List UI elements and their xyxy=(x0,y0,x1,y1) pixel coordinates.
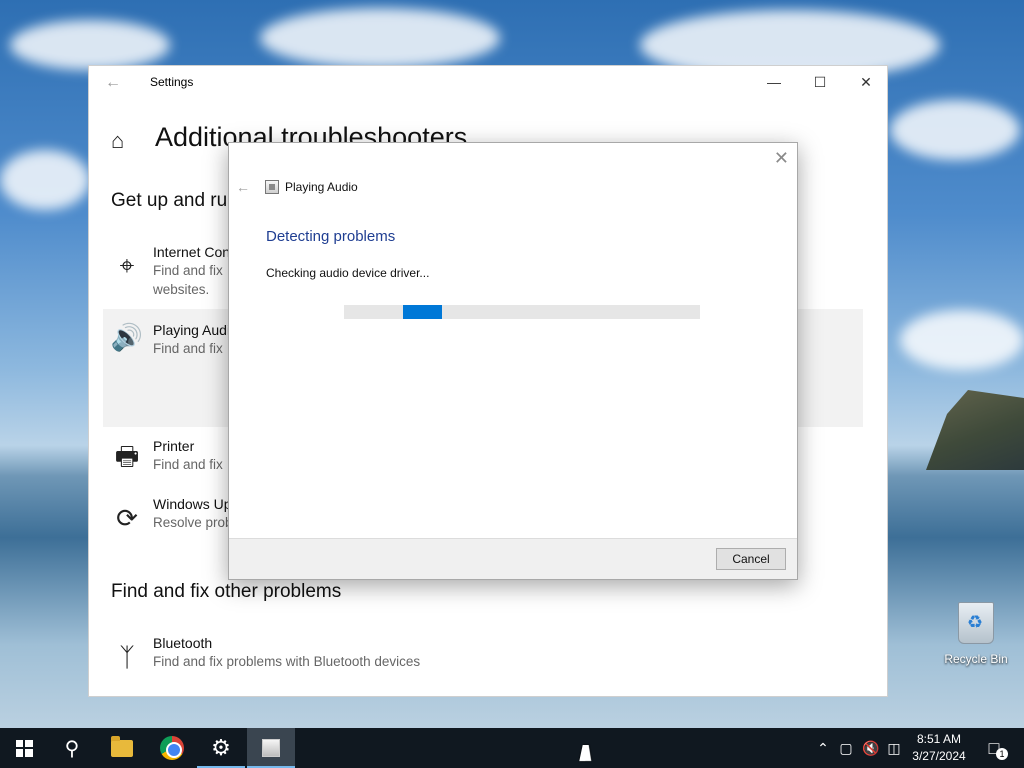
minimize-button[interactable]: — xyxy=(751,66,797,98)
dialog-heading: Detecting problems xyxy=(266,228,396,245)
search-icon: ⚲ xyxy=(64,737,80,760)
progress-bar-fill xyxy=(403,305,442,319)
close-icon[interactable]: ✕ xyxy=(774,148,789,169)
refresh-icon: ⟳ xyxy=(116,502,138,533)
notification-count-badge: 1 xyxy=(996,748,1008,760)
progress-bar xyxy=(344,305,700,319)
dialog-footer: Cancel xyxy=(229,538,797,579)
bluetooth-icon: ᛉ xyxy=(119,641,135,672)
folder-icon xyxy=(111,735,133,757)
home-icon[interactable]: ⌂ xyxy=(111,128,124,154)
item-description: Resolve prob xyxy=(153,515,233,530)
item-description: Find and fix xyxy=(153,457,223,472)
file-explorer-button[interactable] xyxy=(98,728,146,768)
coastal-rock xyxy=(926,390,1024,470)
troubleshooter-dialog: ✕ ← Playing Audio Detecting problems Che… xyxy=(228,142,798,580)
item-description: Find and fix problems with Bluetooth dev… xyxy=(153,654,421,669)
item-title: Internet Con xyxy=(153,244,231,260)
speaker-icon: 🔊 xyxy=(110,321,144,352)
troubleshooter-icon xyxy=(265,180,279,194)
troubleshooter-taskbar-button[interactable] xyxy=(247,728,295,768)
sky-cloud xyxy=(260,8,500,68)
sky-cloud xyxy=(10,20,170,70)
cancel-button[interactable]: Cancel xyxy=(716,548,786,570)
section-heading-other-problems: Find and fix other problems xyxy=(111,581,342,602)
taskbar: ⚲ ⚙ ⌃ ▢ 🔇 ◫ 8:51 AM 3/27/2024 □ 1 xyxy=(0,728,1024,768)
start-button[interactable] xyxy=(0,728,48,768)
item-description: Find and fix xyxy=(153,263,223,278)
item-title: Printer xyxy=(153,438,195,454)
security-icon[interactable]: ◫ xyxy=(884,728,904,768)
clock-date: 3/27/2024 xyxy=(912,749,966,763)
back-arrow-icon[interactable]: ← xyxy=(105,74,121,92)
recycle-bin-icon xyxy=(958,602,994,644)
printer-icon: 🖶 xyxy=(114,441,140,471)
section-heading-get-up-and-running: Get up and ru xyxy=(111,190,228,211)
chrome-button[interactable] xyxy=(148,728,196,768)
recycle-bin-label: Recycle Bin xyxy=(944,652,1008,666)
back-arrow-icon: ← xyxy=(236,179,250,195)
item-title: Playing Audi xyxy=(153,322,231,338)
windows-logo-icon xyxy=(15,739,33,757)
close-button[interactable]: ✕ xyxy=(843,66,887,98)
dialog-title: Playing Audio xyxy=(285,180,358,194)
settings-title: Settings xyxy=(150,75,194,89)
settings-titlebar[interactable]: ← Settings — ☐ ✕ xyxy=(89,66,887,98)
clock[interactable]: 8:51 AM 3/27/2024 xyxy=(906,731,972,765)
show-hidden-icons-chevron-icon[interactable]: ⌃ xyxy=(814,728,832,768)
troubleshooter-bluetooth[interactable]: ᛉ Bluetooth Find and fix problems with B… xyxy=(103,635,863,683)
item-title: Bluetooth xyxy=(153,635,213,651)
item-description: Find and fix xyxy=(153,341,223,356)
troubleshooter-icon xyxy=(262,739,280,757)
network-icon[interactable]: ▢ xyxy=(836,728,856,768)
recycle-bin[interactable]: Recycle Bin xyxy=(940,602,1012,666)
clock-time: 8:51 AM xyxy=(916,732,962,746)
status-text: Checking audio device driver... xyxy=(266,266,430,280)
item-description-line2: websites. xyxy=(153,282,210,297)
sky-cloud xyxy=(900,310,1024,370)
maximize-button[interactable]: ☐ xyxy=(797,66,843,98)
settings-taskbar-button[interactable]: ⚙ xyxy=(197,728,245,768)
gear-icon: ⚙ xyxy=(211,735,231,760)
sky-cloud xyxy=(890,100,1020,160)
item-title: Windows Up xyxy=(153,496,232,512)
sky-cloud xyxy=(0,150,90,210)
search-button[interactable]: ⚲ xyxy=(48,728,96,768)
chrome-icon xyxy=(160,736,184,760)
volume-muted-icon[interactable]: 🔇 xyxy=(860,728,882,768)
wifi-icon: ⌖ xyxy=(119,250,135,280)
